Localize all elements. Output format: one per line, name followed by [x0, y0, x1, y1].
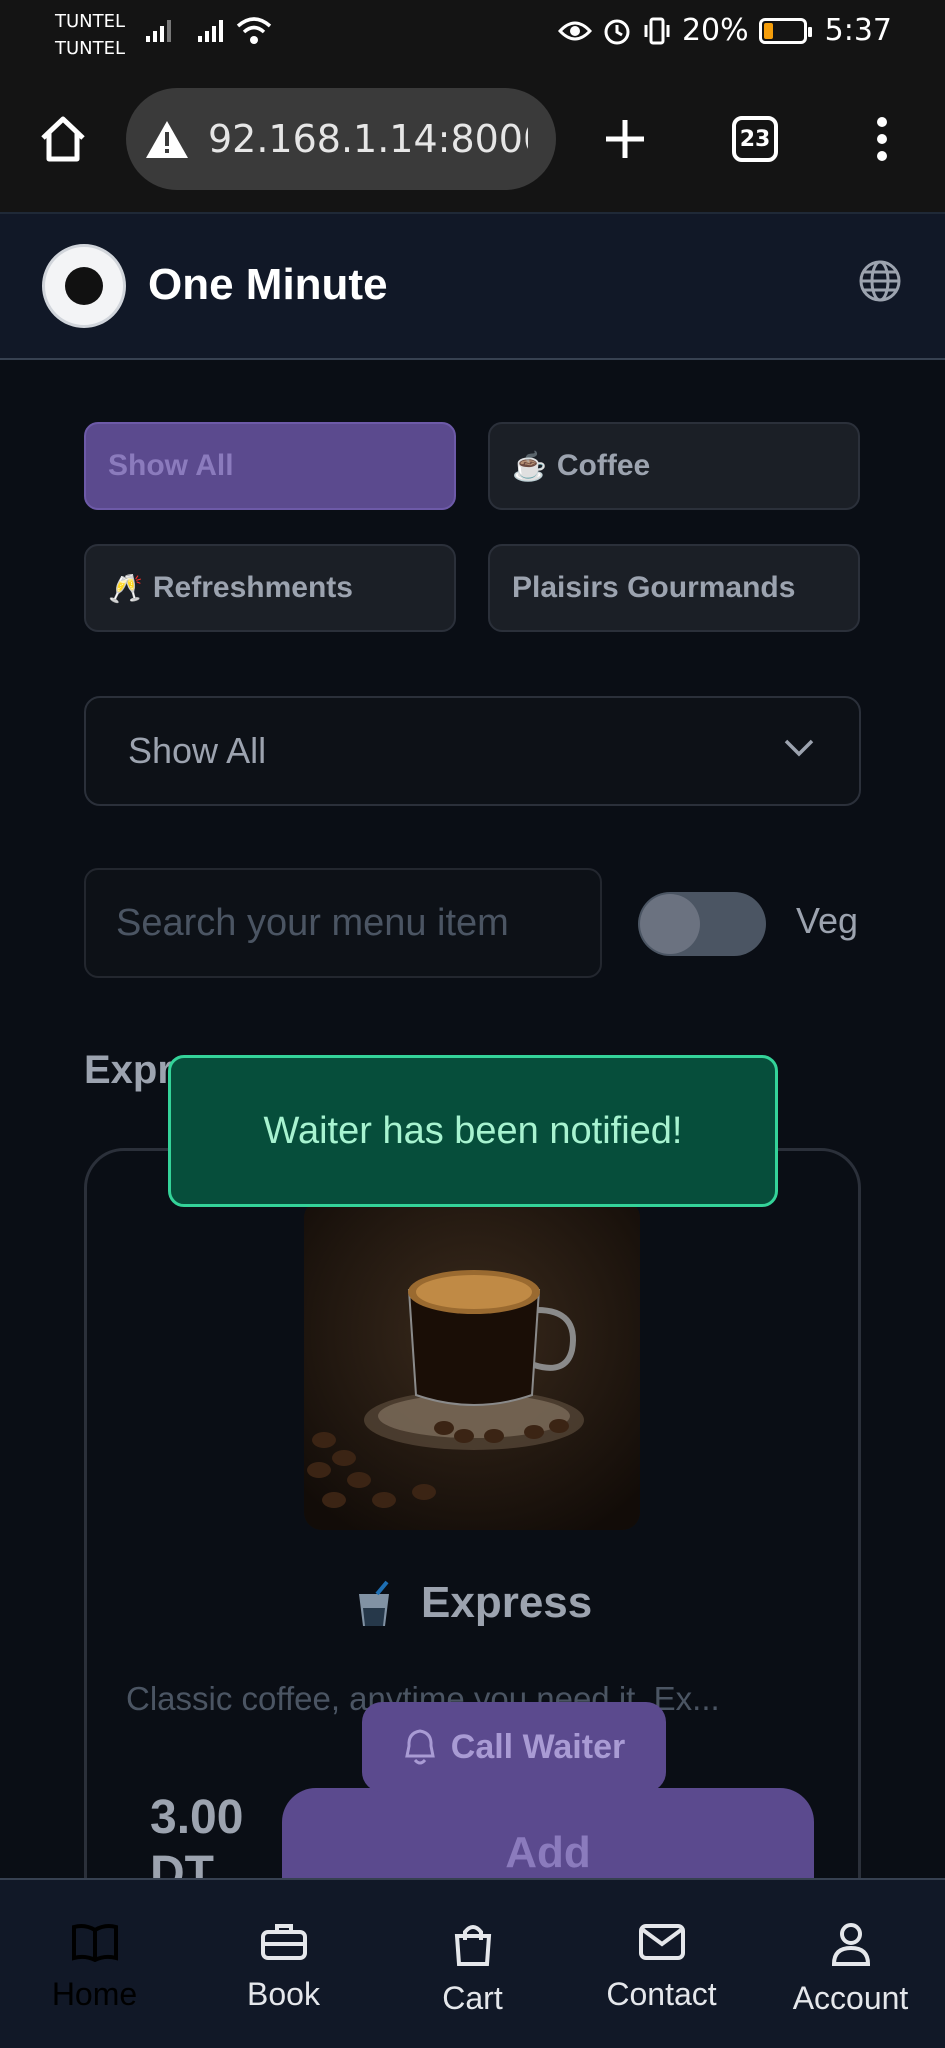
nav-book-label: Book [247, 1976, 320, 2012]
carrier-labels: TUNTEL TUNTEL [55, 8, 125, 62]
bottom-navigation: Home Book Cart Contact Account [0, 1878, 945, 2048]
chip-label: Show All [108, 449, 234, 482]
nav-cart[interactable]: Cart [378, 1880, 567, 2048]
chip-label: Coffee [556, 449, 651, 482]
search-input[interactable]: Search your menu item [84, 868, 602, 978]
nav-contact[interactable]: Contact [567, 1880, 756, 2048]
clock: 5:37 [824, 13, 892, 48]
status-right: 20% 5:37 [557, 13, 892, 48]
url-text[interactable]: 92.168.1.14:8000 [208, 117, 528, 161]
veg-toggle[interactable] [638, 892, 766, 956]
alarm-icon [604, 19, 630, 44]
browser-toolbar: 92.168.1.14:8000 23 [0, 66, 945, 212]
nav-book[interactable]: Book [189, 1880, 378, 2048]
section-title: Expr [84, 1048, 173, 1092]
filter-chip-coffee[interactable]: ☕ Coffee [488, 422, 860, 510]
warning-icon[interactable] [144, 118, 190, 160]
chevron-down-icon [784, 739, 814, 757]
veg-label: Veg [796, 900, 859, 941]
product-name-text: Express [421, 1578, 593, 1627]
home-icon[interactable] [38, 114, 88, 164]
call-waiter-label: Call Waiter [450, 1727, 626, 1766]
category-select[interactable]: Show All [84, 696, 861, 806]
price-amount: 3.00 [150, 1791, 244, 1844]
book-icon [71, 1924, 118, 1962]
user-icon [831, 1923, 870, 1966]
filter-chip-show-all[interactable]: Show All [84, 422, 456, 510]
espresso-cup-image [304, 1200, 640, 1530]
eye-icon [557, 21, 592, 40]
carrier-1: TUNTEL [55, 11, 126, 32]
status-bar: TUNTEL TUNTEL 20% 5:37 [0, 0, 945, 66]
nav-account-label: Account [792, 1980, 909, 2016]
select-value: Show All [128, 730, 267, 771]
call-waiter-button[interactable]: Call Waiter [362, 1702, 666, 1792]
chip-label: Plaisirs Gourmands [512, 571, 796, 604]
product-image[interactable] [304, 1200, 640, 1530]
tab-switcher-button[interactable]: 23 [732, 116, 778, 162]
more-menu-icon[interactable] [872, 116, 892, 162]
nav-cart-label: Cart [442, 1980, 503, 2016]
battery-percent: 20% [681, 13, 749, 48]
restaurant-logo[interactable] [42, 244, 126, 328]
filter-chip-plaisirs-gourmands[interactable]: Plaisirs Gourmands [488, 544, 860, 632]
globe-icon[interactable] [857, 258, 903, 304]
battery-icon [758, 17, 812, 44]
drink-icon [358, 1581, 389, 1627]
champagne-icon: 🥂 [108, 572, 143, 604]
brand-name: One Minute [148, 260, 388, 309]
signal-2-icon [198, 18, 223, 42]
nav-account[interactable]: Account [756, 1880, 945, 2048]
nav-home[interactable]: Home [0, 1880, 189, 2048]
app-header: One Minute [0, 212, 945, 360]
new-tab-icon[interactable] [602, 116, 648, 162]
nav-home-label: Home [51, 1976, 138, 2012]
wifi-icon [236, 17, 272, 44]
signal-1-icon [146, 18, 171, 42]
bell-icon [404, 1729, 435, 1765]
vibrate-icon [644, 17, 670, 44]
shopping-bag-icon [454, 1925, 491, 1966]
filter-chip-refreshments[interactable]: 🥂 Refreshments [84, 544, 456, 632]
briefcase-icon [260, 1924, 307, 1960]
chip-label: Refreshments [152, 571, 353, 604]
mail-icon [638, 1924, 685, 1960]
notification-toast: Waiter has been notified! [168, 1055, 778, 1207]
carrier-2: TUNTEL [55, 38, 126, 59]
coffee-icon: ☕ [512, 450, 547, 482]
address-bar[interactable]: 92.168.1.14:8000 [126, 88, 556, 190]
nav-contact-label: Contact [606, 1976, 717, 2012]
product-name: Express [0, 1578, 945, 1630]
